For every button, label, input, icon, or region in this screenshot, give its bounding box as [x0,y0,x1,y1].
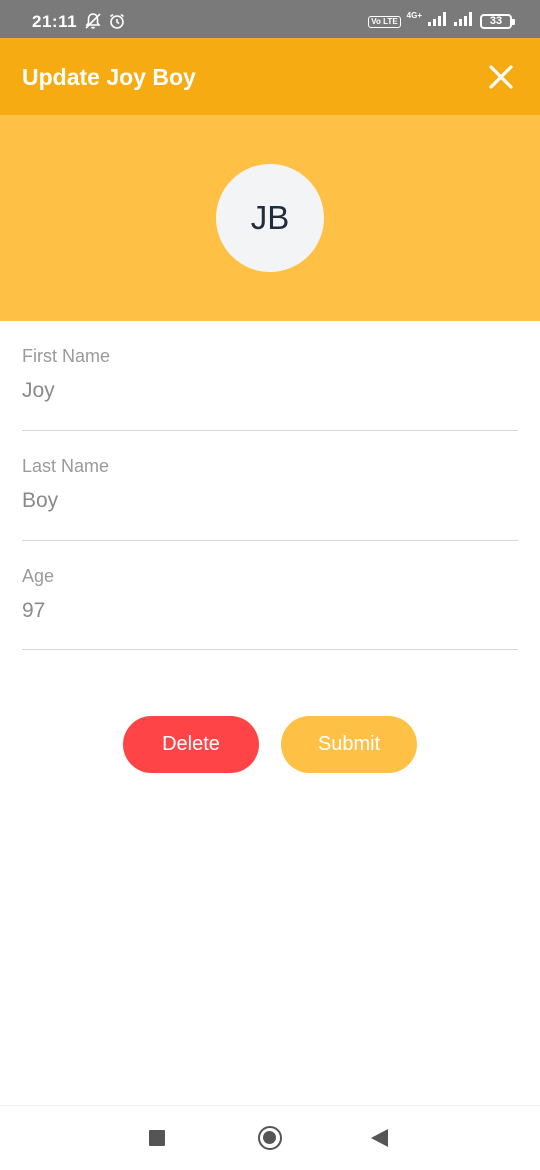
close-icon[interactable] [484,60,518,94]
app-bar: Update Joy Boy [0,38,540,115]
signal-icon [428,12,448,31]
last-name-field: Last Name [22,431,518,541]
back-icon[interactable] [371,1129,388,1147]
avatar-initials: JB [250,199,290,236]
battery-icon: 33 [480,14,515,29]
age-label: Age [22,566,55,586]
age-input[interactable] [22,599,518,623]
profile-header: JB [0,115,540,321]
status-right-icons: Vo LTE 4G+ 33 [368,11,515,31]
system-nav-bar [0,1105,540,1170]
signal-icon [454,12,474,31]
status-left-icons [84,12,126,35]
home-icon[interactable] [258,1126,282,1150]
submit-button[interactable]: Submit [281,716,417,773]
last-name-input[interactable] [22,489,518,513]
avatar: JB [216,164,324,272]
page-title: Update Joy Boy [22,64,196,90]
status-bar: 21:11 Vo LTE 4G+ 33 [0,0,540,38]
age-field: Age [22,541,518,650]
alarm-icon [108,12,126,35]
last-name-label: Last Name [22,456,110,476]
delete-button[interactable]: Delete [123,716,259,773]
mute-notifications-icon [84,12,102,35]
status-time: 21:11 [32,12,78,31]
recents-icon[interactable] [149,1130,165,1146]
update-form: First Name Last Name Age [22,321,518,650]
volte-icon: Vo LTE [368,15,401,28]
first-name-field: First Name [22,321,518,431]
first-name-input[interactable] [22,379,518,403]
first-name-label: First Name [22,346,111,366]
network-type: 4G+ [406,11,422,20]
